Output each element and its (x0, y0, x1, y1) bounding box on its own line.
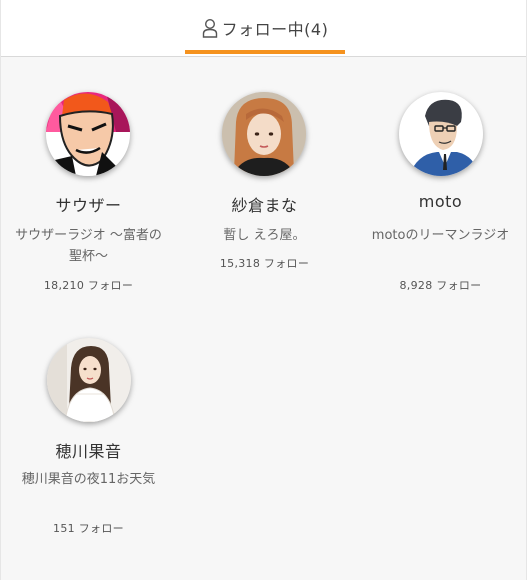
program-title[interactable]: 穂川果音の夜11お天気 (11, 469, 166, 490)
follow-card[interactable]: 穂川果音 穂川果音の夜11お天気 151 フォロー (1, 307, 176, 557)
woman-photo-avatar[interactable] (222, 92, 306, 176)
user-name[interactable]: 穂川果音 (1, 438, 176, 462)
follower-count: 151 フォロー (53, 522, 124, 535)
tab-following-content: フォロー中(4) (202, 16, 329, 40)
woman-white-dress-avatar[interactable] (47, 338, 131, 422)
follow-card[interactable]: moto motoのリーマンラジオ 8,928 フォロー (353, 57, 526, 307)
active-tab-indicator (185, 50, 345, 54)
program-title[interactable]: motoのリーマンラジオ (363, 225, 518, 246)
comic-character-avatar[interactable] (46, 92, 130, 176)
follow-card[interactable]: サウザー サウザーラジオ 〜富者の聖杯〜 18,210 フォロー (1, 57, 176, 307)
illustrated-man-avatar[interactable] (399, 92, 483, 176)
person-icon (202, 18, 218, 38)
following-screen: フォロー中(4) サウザー サウザーラジオ 〜富者の聖杯〜 18,210 フォロ… (0, 0, 527, 580)
program-title[interactable]: 暫し えろ屋。 (187, 225, 342, 246)
program-title[interactable]: サウザーラジオ 〜富者の聖杯〜 (11, 225, 166, 267)
follower-count: 15,318 フォロー (219, 257, 310, 270)
user-name[interactable]: 紗倉まな (177, 192, 352, 216)
follow-card[interactable]: 紗倉まな 暫し えろ屋。 15,318 フォロー (177, 57, 352, 307)
user-name[interactable]: moto (353, 192, 526, 211)
tab-following-label: フォロー中(4) (221, 19, 329, 39)
user-name[interactable]: サウザー (1, 192, 176, 216)
follower-count: 8,928 フォロー (399, 279, 482, 292)
tab-following[interactable]: フォロー中(4) (185, 0, 345, 57)
tab-bar: フォロー中(4) (1, 0, 526, 57)
follower-count: 18,210 フォロー (43, 279, 134, 292)
